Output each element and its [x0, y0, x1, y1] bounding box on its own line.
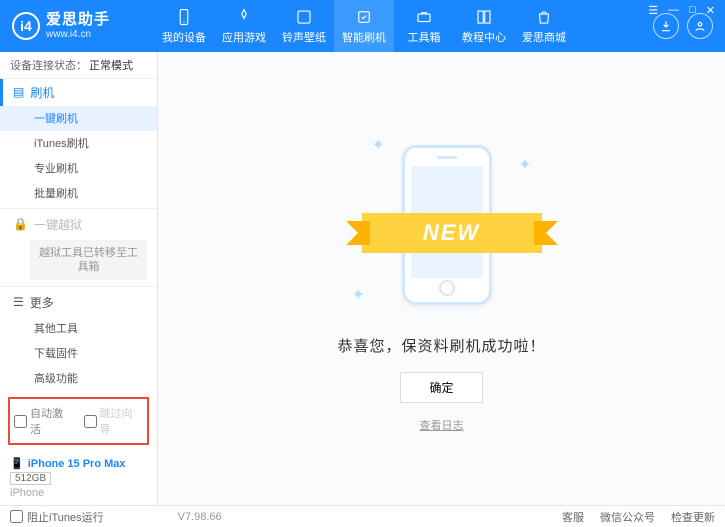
- top-nav: 我的设备 应用游戏 铃声壁纸 智能刷机 工具箱 教程中心 爱思商城: [154, 0, 574, 52]
- jailbreak-note: 越狱工具已转移至工具箱: [30, 240, 147, 281]
- nav-apps-games[interactable]: 应用游戏: [214, 0, 274, 52]
- device-info[interactable]: 📱iPhone 15 Pro Max 512GB iPhone: [0, 451, 157, 505]
- ok-button[interactable]: 确定: [400, 372, 482, 403]
- nav-tutorials[interactable]: 教程中心: [454, 0, 514, 52]
- nav-ringtones[interactable]: 铃声壁纸: [274, 0, 334, 52]
- main-panel: ✦ ✦ ✦ NEW 恭喜您，保资料刷机成功啦！ 确定 查看日志: [158, 52, 725, 505]
- nav-my-device[interactable]: 我的设备: [154, 0, 214, 52]
- sidebar: 设备连接状态：正常模式 ▤ 刷机 一键刷机 iTunes刷机 专业刷机 批量刷机…: [0, 52, 158, 505]
- logo-icon: i4: [12, 12, 40, 40]
- nav-label: 教程中心: [462, 29, 506, 45]
- sidebar-item-itunes-flash[interactable]: iTunes刷机: [0, 131, 157, 156]
- sidebar-item-download-firmware[interactable]: 下载固件: [0, 341, 157, 366]
- lock-icon: 🔒: [13, 217, 28, 231]
- device-status: 设备连接状态：正常模式: [0, 52, 157, 79]
- success-illustration: ✦ ✦ ✦ NEW: [342, 135, 542, 315]
- minimize-icon[interactable]: —: [668, 4, 679, 17]
- device-storage: 512GB: [10, 472, 51, 485]
- titlebar: i4 爱思助手 www.i4.cn 我的设备 应用游戏 铃声壁纸 智能刷机 工具…: [0, 0, 725, 52]
- link-support[interactable]: 客服: [562, 509, 584, 525]
- close-icon[interactable]: ✕: [706, 4, 715, 17]
- nav-label: 工具箱: [408, 29, 441, 45]
- link-wechat[interactable]: 微信公众号: [600, 509, 655, 525]
- sidebar-head-flash[interactable]: ▤ 刷机: [0, 79, 157, 106]
- more-icon: ☰: [13, 295, 24, 309]
- maximize-icon[interactable]: □: [689, 4, 696, 17]
- sidebar-head-label: 更多: [30, 294, 54, 311]
- sidebar-item-other-tools[interactable]: 其他工具: [0, 316, 157, 341]
- phone-icon: [175, 8, 193, 26]
- app-title: 爱思助手: [46, 12, 110, 29]
- sidebar-head-label: 一键越狱: [34, 216, 82, 233]
- new-ribbon: NEW: [362, 213, 542, 253]
- nav-label: 智能刷机: [342, 29, 386, 45]
- sidebar-item-pro-flash[interactable]: 专业刷机: [0, 156, 157, 181]
- list-icon: ▤: [13, 85, 24, 99]
- nav-label: 应用游戏: [222, 29, 266, 45]
- link-check-update[interactable]: 检查更新: [671, 509, 715, 525]
- success-message: 恭喜您，保资料刷机成功啦！: [337, 335, 545, 356]
- statusbar: 阻止iTunes运行 V7.98.66 客服 微信公众号 检查更新: [0, 505, 725, 527]
- app-logo: i4 爱思助手 www.i4.cn: [12, 12, 154, 40]
- version-label: V7.98.66: [178, 511, 222, 523]
- bag-icon: [535, 8, 553, 26]
- app-url: www.i4.cn: [46, 29, 110, 40]
- phone-small-icon: 📱: [10, 457, 24, 470]
- book-icon: [475, 8, 493, 26]
- sidebar-head-label: 刷机: [30, 84, 54, 101]
- nav-label: 我的设备: [162, 29, 206, 45]
- sidebar-head-more[interactable]: ☰ 更多: [0, 289, 157, 316]
- view-log-link[interactable]: 查看日志: [420, 417, 464, 433]
- options-highlight-box: 自动激活 跳过向导: [8, 397, 149, 445]
- nav-flash[interactable]: 智能刷机: [334, 0, 394, 52]
- nav-toolbox[interactable]: 工具箱: [394, 0, 454, 52]
- nav-label: 爱思商城: [522, 29, 566, 45]
- sidebar-head-jailbreak[interactable]: 🔒 一键越狱: [0, 211, 157, 238]
- sidebar-item-batch-flash[interactable]: 批量刷机: [0, 181, 157, 206]
- sidebar-item-advanced[interactable]: 高级功能: [0, 366, 157, 391]
- checkbox-auto-activate[interactable]: 自动激活: [14, 405, 74, 437]
- nav-shop[interactable]: 爱思商城: [514, 0, 574, 52]
- sidebar-item-one-key-flash[interactable]: 一键刷机: [0, 106, 157, 131]
- nav-label: 铃声壁纸: [282, 29, 326, 45]
- image-icon: [295, 8, 313, 26]
- checkbox-skip-guide[interactable]: 跳过向导: [84, 405, 144, 437]
- toolbox-icon: [415, 8, 433, 26]
- apps-icon: [235, 8, 253, 26]
- settings-icon[interactable]: ☰: [648, 4, 658, 17]
- flash-icon: [355, 8, 373, 26]
- checkbox-block-itunes[interactable]: 阻止iTunes运行: [10, 509, 104, 525]
- device-type: iPhone: [10, 487, 147, 499]
